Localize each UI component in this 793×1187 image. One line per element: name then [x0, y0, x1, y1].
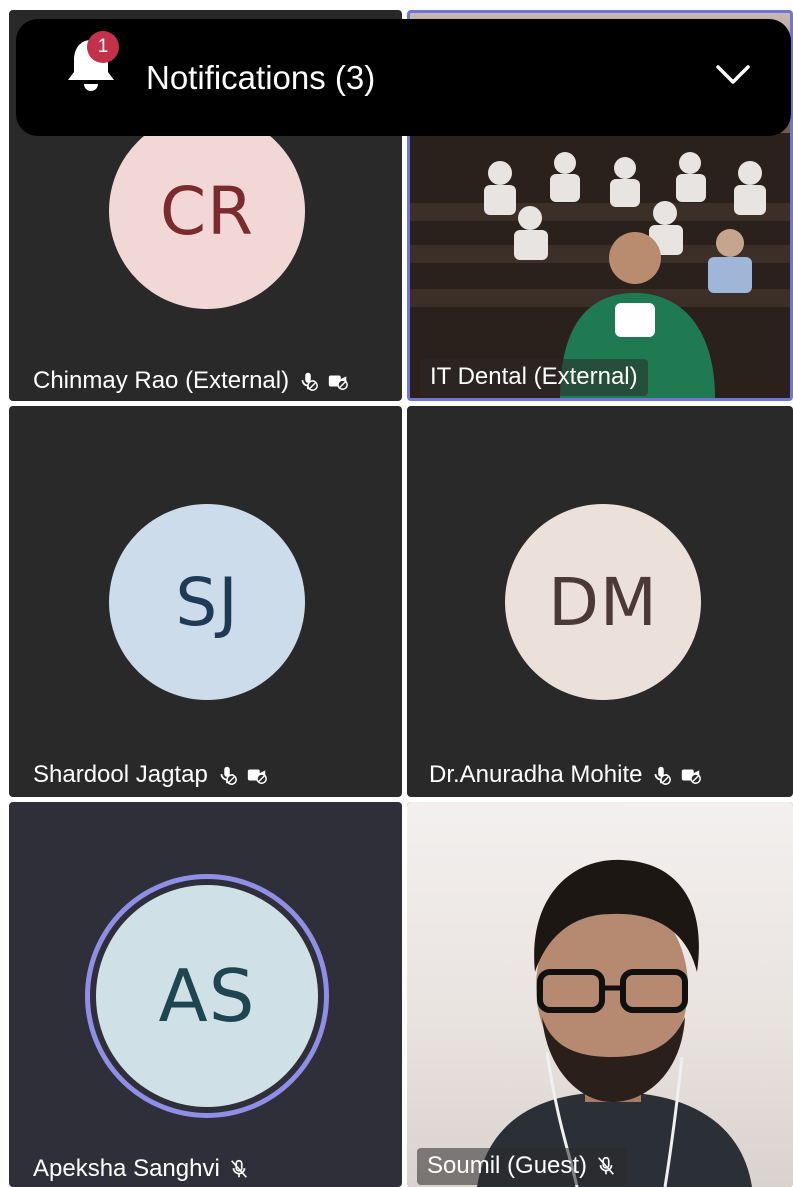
participant-video	[407, 802, 793, 1187]
notification-badge: 1	[87, 31, 119, 63]
participant-name: Chinmay Rao (External)	[33, 367, 290, 394]
avatar: SJ	[109, 504, 305, 700]
avatar: CR	[109, 113, 305, 309]
mic-off-icon	[216, 764, 238, 786]
participant-name-row: Dr.Anuradha Mohite	[429, 761, 702, 789]
camera-off-icon	[246, 764, 268, 786]
chevron-down-icon[interactable]	[715, 64, 751, 86]
camera-off-icon	[327, 370, 349, 392]
participant-name: IT Dental (External)	[430, 363, 638, 390]
avatar: DM	[505, 504, 701, 700]
participant-name-row: Apeksha Sanghvi	[33, 1155, 250, 1183]
participant-name: Apeksha Sanghvi	[33, 1155, 220, 1182]
participant-name-row: IT Dental (External)	[420, 359, 648, 396]
participant-name-row: Chinmay Rao (External)	[33, 367, 349, 395]
avatar: AS	[96, 885, 318, 1107]
avatar-initials: CR	[160, 172, 254, 250]
mic-off-icon	[297, 370, 319, 392]
notification-title: Notifications (3)	[146, 59, 376, 96]
mic-muted-icon	[595, 1155, 617, 1177]
video-grid: CR Chinmay Rao (External) IT Dental (Ext…	[0, 0, 793, 1187]
mic-off-icon	[650, 764, 672, 786]
participant-tile-soumil[interactable]: Soumil (Guest)	[407, 802, 793, 1187]
avatar-initials: SJ	[175, 563, 239, 641]
participant-tile-shardool-jagtap[interactable]: SJ Shardool Jagtap	[9, 406, 402, 797]
participant-name-row: Soumil (Guest)	[417, 1148, 628, 1185]
participant-name: Shardool Jagtap	[33, 761, 208, 788]
camera-off-icon	[680, 764, 702, 786]
participant-tile-anuradha-mohite[interactable]: DM Dr.Anuradha Mohite	[407, 406, 793, 797]
notification-banner[interactable]: 1 Notifications (3)	[16, 19, 791, 136]
participant-name: Dr.Anuradha Mohite	[429, 761, 643, 788]
participant-name-row: Shardool Jagtap	[33, 761, 268, 789]
participant-name: Soumil (Guest)	[427, 1152, 588, 1179]
avatar-initials: DM	[548, 563, 658, 641]
mic-muted-icon	[228, 1158, 250, 1180]
participant-tile-apeksha-sanghvi[interactable]: AS Apeksha Sanghvi	[9, 802, 402, 1187]
avatar-initials: AS	[158, 954, 256, 1038]
